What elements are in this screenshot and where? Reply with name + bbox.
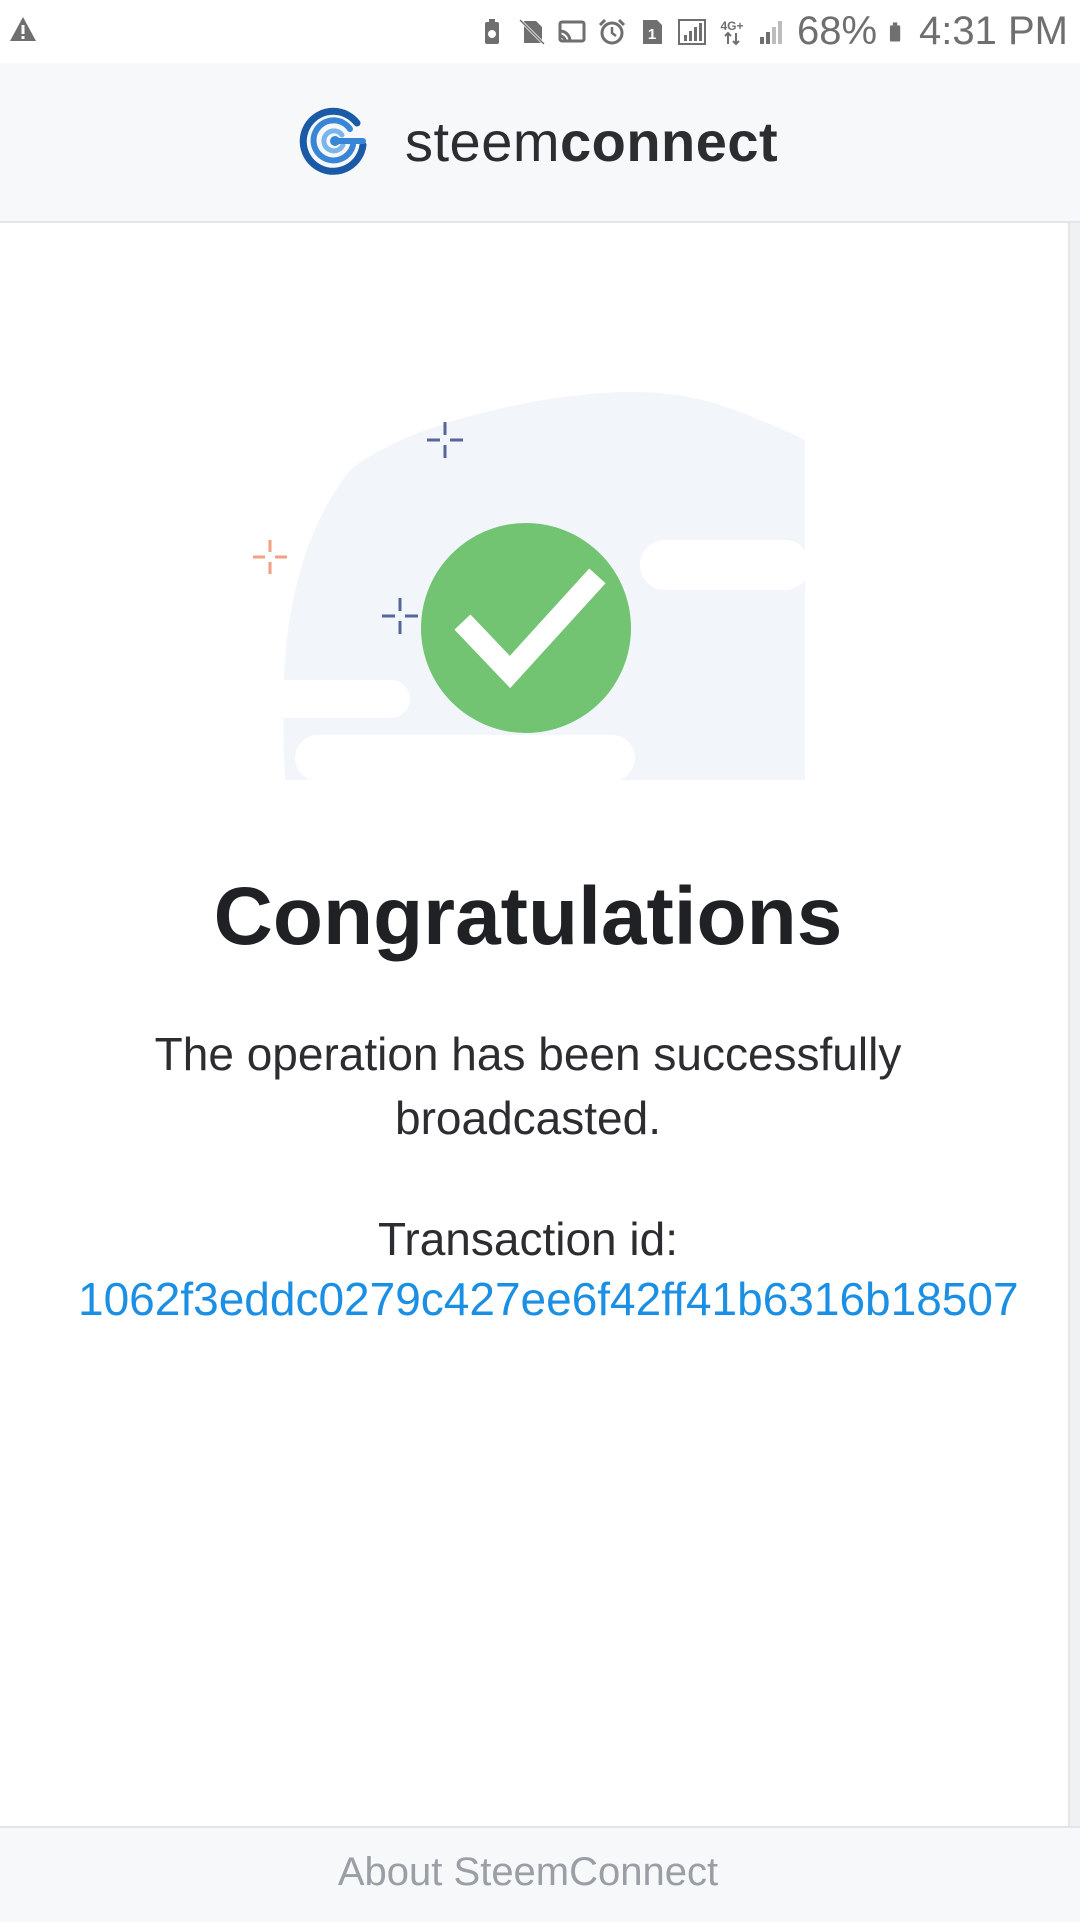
about-link[interactable]: About SteemConnect: [0, 1850, 1056, 1895]
scroll-edge: [1068, 223, 1080, 1827]
clock: 4:31 PM: [919, 9, 1068, 53]
page-title: Congratulations: [213, 871, 843, 962]
app-header: steemconnect: [0, 63, 1080, 223]
success-check-illustration: [253, 391, 810, 781]
transaction-label: Transaction id:: [378, 1213, 678, 1265]
brand-name-light: steem: [405, 109, 560, 173]
alarm-icon: [598, 18, 626, 44]
sparkle-icon: [253, 540, 287, 574]
battery-icon: [889, 21, 901, 42]
brand-name: steemconnect: [405, 109, 778, 174]
transaction-id-link[interactable]: 1062f3eddc0279c427ee6f42ff41b6316b18507: [78, 1272, 1068, 1326]
brand[interactable]: steemconnect: [295, 101, 778, 181]
svg-text:4G+: 4G+: [720, 19, 743, 33]
svg-text:1: 1: [648, 26, 656, 43]
battery-saver-icon: [484, 18, 499, 44]
status-bar: 1 4G+ 68% 4:31 PM: [0, 0, 1080, 63]
signal-weak-icon: [759, 20, 782, 44]
battery-percent: 68%: [796, 9, 878, 53]
success-message: The operation has been successfully broa…: [154, 1028, 902, 1144]
sim-1-icon: 1: [642, 19, 662, 44]
brand-name-bold: connect: [560, 109, 779, 173]
footer: About SteemConnect: [0, 1826, 1080, 1922]
no-sim-icon: [518, 18, 546, 45]
network-4g-icon: 4G+: [720, 19, 743, 45]
warning-icon: [10, 17, 36, 41]
steemconnect-logo: [299, 107, 367, 175]
cast-icon: [558, 20, 586, 42]
signal-icon: [677, 18, 706, 45]
